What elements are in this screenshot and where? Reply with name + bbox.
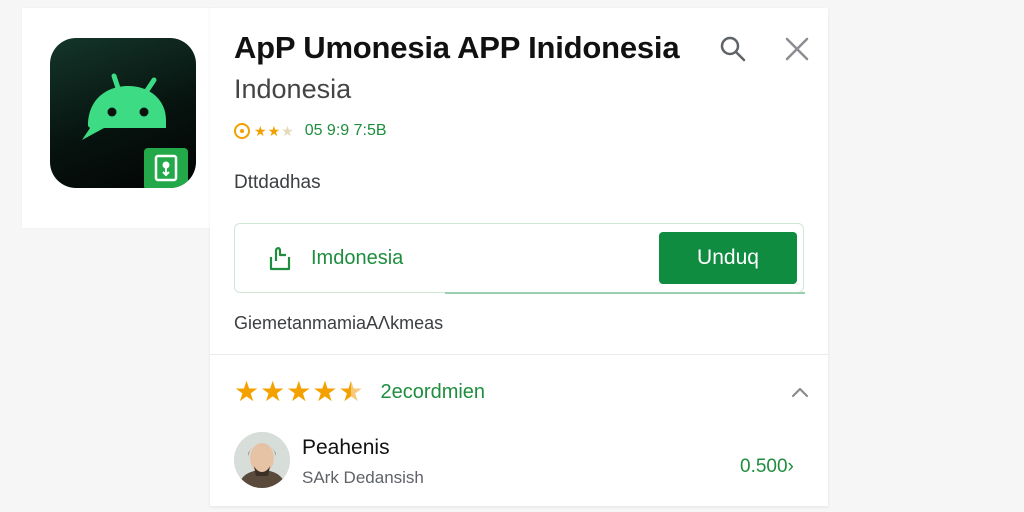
reviewer-name: Peahenis [302,436,390,459]
app-title: ApP Umonesia APP Inidonesia [234,30,680,65]
star-icon: ★ [267,122,281,139]
action-underline [445,292,805,294]
lock-icon [154,154,178,182]
star-icon: ★ [254,122,267,139]
chevron-up-icon [791,387,809,398]
search-icon [720,36,746,62]
star-icon: ★ [234,376,260,407]
info-text: GiemetanmamiaΑΛkmeas [234,313,444,333]
share-button[interactable]: Imdonesia [265,242,403,274]
avatar-portrait [234,432,290,488]
install-button[interactable]: Unduq [659,232,797,284]
rating-stats: 05 9:9 7:5B [304,122,387,139]
share-button-label: Imdonesia [311,246,404,269]
reviews-count: 2ecordmien [380,380,486,403]
lock-badge [144,148,188,188]
app-icon [50,38,196,188]
review-value-link[interactable]: 0.500› [740,456,794,478]
review-rating: ★ ★ ★ ★ ★ 2ecordmien [234,376,485,408]
reviewer-subtitle: SArk Dedansish [302,468,424,487]
star-half-icon: ★ [338,376,364,407]
reviewer-avatar [234,432,290,488]
close-button[interactable] [782,34,812,64]
star-empty-icon: ★ [281,122,294,139]
star-icon: ★ [286,376,312,407]
star-icon: ★ [312,376,338,407]
collapse-button[interactable] [790,384,810,400]
close-icon [785,37,809,61]
action-box: Imdonesia Unduq [234,223,805,294]
share-icon [269,247,291,271]
app-details-panel: ApP Umonesia APP Inidonesia Indonesia ★ … [210,8,828,506]
divider [210,354,828,355]
android-logo-icon [82,73,166,140]
app-subtitle: Indonesia [234,74,352,104]
rating-summary: ★ ★ ★ 05 9:9 7:5B [234,120,387,142]
app-icon-card [22,8,214,228]
star-icon: ★ [260,376,286,407]
search-button[interactable] [718,34,748,64]
coin-icon [234,123,250,139]
details-label: Dttdadhas [234,172,321,193]
